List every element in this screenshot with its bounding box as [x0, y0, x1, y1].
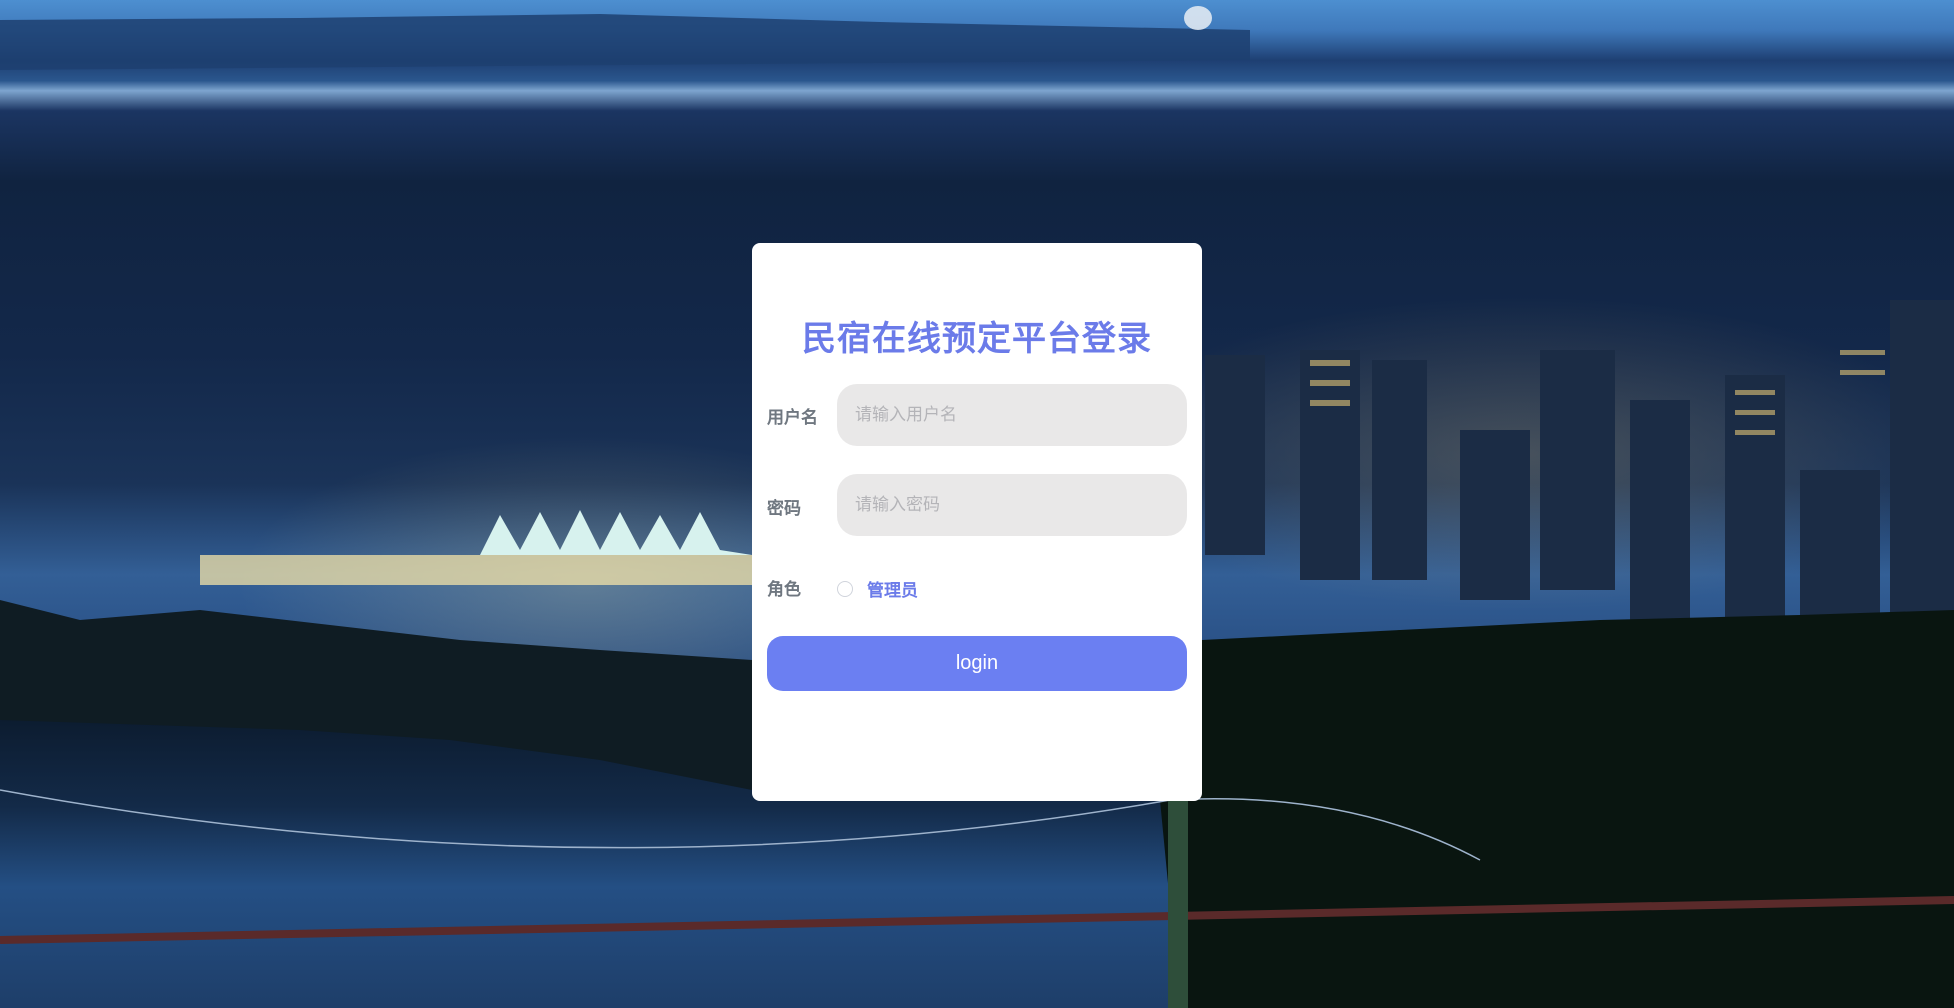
password-input[interactable] — [837, 474, 1187, 536]
login-button[interactable]: login — [767, 636, 1187, 691]
username-label: 用户名 — [767, 408, 818, 428]
username-input[interactable] — [837, 384, 1187, 446]
role-option-admin-label: 管理员 — [867, 581, 918, 601]
role-label: 角色 — [767, 580, 801, 600]
password-label: 密码 — [767, 499, 801, 519]
role-radio-admin[interactable] — [837, 580, 853, 597]
login-card: 民宿在线预定平台登录 用户名 密码 角色 管理员 login — [752, 243, 1202, 801]
role-option-admin[interactable]: 管理员 — [837, 576, 918, 601]
login-title: 民宿在线预定平台登录 — [802, 319, 1152, 359]
